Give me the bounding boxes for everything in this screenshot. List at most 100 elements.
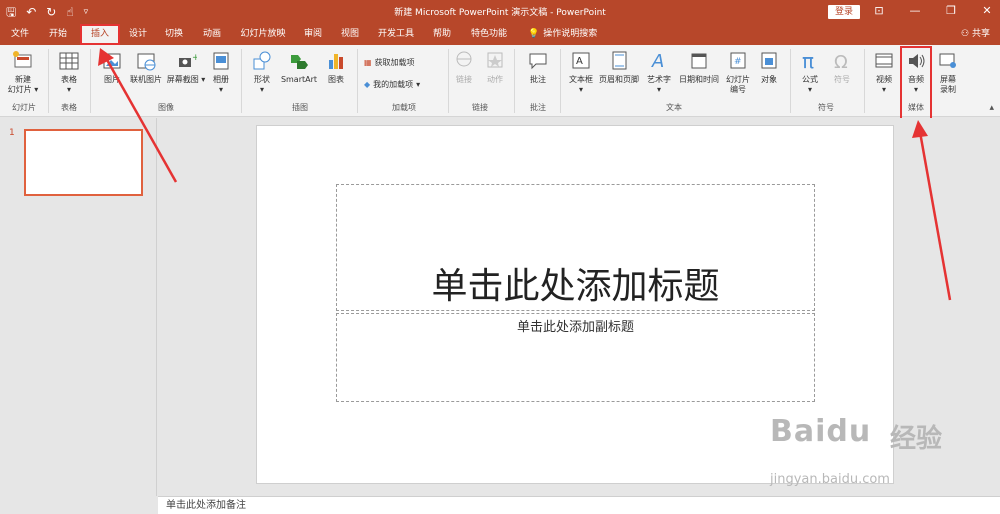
screen-rec-label-2: 录制: [940, 85, 956, 94]
title-placeholder[interactable]: 单击此处添加标题: [336, 184, 815, 311]
screenshot-label: 屏幕截图: [166, 75, 199, 84]
wordart-icon: A: [651, 51, 664, 72]
screenshot-button[interactable]: + 屏幕截图 ▾: [166, 49, 206, 85]
object-button[interactable]: 对象: [756, 49, 782, 85]
table-label: 表格: [61, 75, 77, 84]
chart-label: 图表: [328, 75, 344, 84]
tab-features[interactable]: 特色功能: [466, 24, 512, 45]
tab-developer[interactable]: 开发工具: [374, 24, 418, 45]
slide-thumbnail[interactable]: [24, 129, 143, 196]
group-label-links: 链接: [472, 103, 488, 112]
symbol-button[interactable]: Ω 符号: [828, 49, 856, 85]
group-separator: [241, 49, 242, 113]
tab-insert[interactable]: 插入: [80, 24, 120, 45]
header-footer-button[interactable]: 页眉和页脚: [596, 49, 642, 85]
tab-slideshow[interactable]: 幻灯片放映: [236, 24, 290, 45]
action-button[interactable]: 动作: [482, 49, 508, 85]
window-controls: ⊡ — ❐ ✕: [872, 3, 994, 19]
tab-review[interactable]: 审阅: [299, 24, 327, 45]
calendar-icon: [691, 53, 707, 69]
group-separator: [448, 49, 449, 113]
shapes-button[interactable]: 形状 ▾: [248, 49, 276, 95]
svg-text:Ω: Ω: [834, 52, 848, 73]
group-label-images: 图像: [158, 103, 174, 112]
group-separator: [864, 49, 865, 113]
tab-file[interactable]: 文件: [6, 24, 34, 45]
group-label-symbols: 符号: [818, 103, 834, 112]
album-button[interactable]: 相册 ▾: [206, 49, 236, 95]
tab-view[interactable]: 视图: [336, 24, 364, 45]
svg-text:#: #: [734, 57, 742, 67]
person-icon: ⚇: [961, 29, 970, 39]
login-button[interactable]: 登录: [828, 5, 860, 19]
new-slide-button[interactable]: 新建 幻灯片 ▾: [6, 49, 40, 95]
comment-button[interactable]: 批注: [522, 49, 554, 85]
video-button[interactable]: 视频 ▾: [870, 49, 898, 95]
equation-button[interactable]: π 公式 ▾: [796, 49, 824, 95]
my-addins-button[interactable]: ◆ 我的加载项 ▾: [364, 79, 420, 90]
ribbon-insert: 新建 幻灯片 ▾ 幻灯片 表格 ▾ 表格 图片 联机图片 + 屏幕截图 ▾ 相册…: [0, 45, 1000, 117]
header-footer-icon: [612, 51, 627, 70]
action-icon: [487, 52, 503, 68]
svg-text:+: +: [192, 53, 197, 63]
object-icon: [761, 52, 777, 69]
tab-home[interactable]: 开始: [44, 24, 72, 45]
get-addins-label: 获取加载项: [374, 58, 415, 67]
svg-text:π: π: [802, 49, 814, 73]
online-picture-icon: [137, 53, 156, 71]
tab-transitions[interactable]: 切换: [160, 24, 188, 45]
get-addins-button[interactable]: ▦ 获取加载项: [364, 57, 415, 68]
tab-help[interactable]: 帮助: [428, 24, 456, 45]
group-label-comments: 批注: [530, 103, 546, 112]
datetime-button[interactable]: 日期和时间: [676, 49, 722, 85]
ribbon-display-icon[interactable]: ⊡: [872, 3, 886, 19]
group-label-addins: 加载项: [392, 103, 416, 112]
textbox-button[interactable]: A 文本框 ▾: [566, 49, 596, 95]
online-picture-button[interactable]: 联机图片: [126, 49, 166, 85]
watermark-brand: Baidu: [770, 414, 872, 449]
subtitle-placeholder[interactable]: 单击此处添加副标题: [336, 313, 815, 402]
picture-button[interactable]: 图片: [98, 49, 126, 85]
screen-rec-label-1: 屏幕: [940, 75, 956, 84]
minimize-icon[interactable]: —: [908, 3, 922, 19]
link-button[interactable]: 链接: [452, 49, 476, 85]
wordart-label: 艺术字: [647, 75, 671, 84]
group-label-text: 文本: [666, 103, 682, 112]
action-label: 动作: [487, 75, 503, 84]
picture-label: 图片: [104, 75, 120, 84]
omega-icon: Ω: [834, 52, 848, 73]
video-label: 视频: [876, 75, 892, 84]
slide-number-button[interactable]: # 幻灯片 编号: [722, 49, 754, 95]
slides-pane: 1: [0, 118, 157, 496]
close-icon[interactable]: ✕: [980, 3, 994, 19]
screen-record-icon: [939, 53, 956, 68]
restore-icon[interactable]: ❐: [944, 3, 958, 19]
link-icon: [456, 51, 472, 67]
smartart-label: SmartArt: [280, 75, 318, 84]
new-slide-icon: [13, 51, 32, 68]
shapes-icon: [253, 51, 271, 70]
my-addins-label: 我的加载项: [373, 80, 414, 89]
powerpoint-window: 🖫 ↶ ↻ ☝ ▿ 新建 Microsoft PowerPoint 演示文稿 -…: [0, 0, 1000, 514]
film-icon: [875, 53, 893, 68]
share-label: 共享: [971, 29, 990, 39]
ribbon-tabs: 文件 开始 插入 设计 切换 动画 幻灯片放映 审阅 视图 开发工具 帮助 特色…: [0, 24, 1000, 45]
table-button[interactable]: 表格 ▾: [54, 49, 84, 95]
wordart-button[interactable]: A 艺术字 ▾: [644, 49, 674, 95]
new-slide-label-1: 新建: [15, 75, 31, 84]
tell-me-search[interactable]: 💡 操作说明搜索: [528, 24, 597, 45]
slide-number-label-1: 幻灯片: [726, 75, 750, 84]
link-label: 链接: [456, 75, 472, 84]
share-button[interactable]: ⚇ 共享: [961, 24, 990, 45]
screen-recording-button[interactable]: 屏幕 录制: [934, 49, 962, 95]
tab-design[interactable]: 设计: [124, 24, 152, 45]
slide-number-label-2: 编号: [730, 85, 746, 94]
comment-icon: [529, 53, 547, 70]
pi-icon: π: [802, 49, 814, 73]
table-icon: [59, 52, 79, 70]
chart-button[interactable]: 图表: [322, 49, 350, 85]
smartart-button[interactable]: SmartArt: [278, 49, 320, 85]
tab-animations[interactable]: 动画: [198, 24, 226, 45]
album-label: 相册: [213, 75, 229, 84]
collapse-ribbon-icon[interactable]: ▴: [989, 103, 994, 113]
